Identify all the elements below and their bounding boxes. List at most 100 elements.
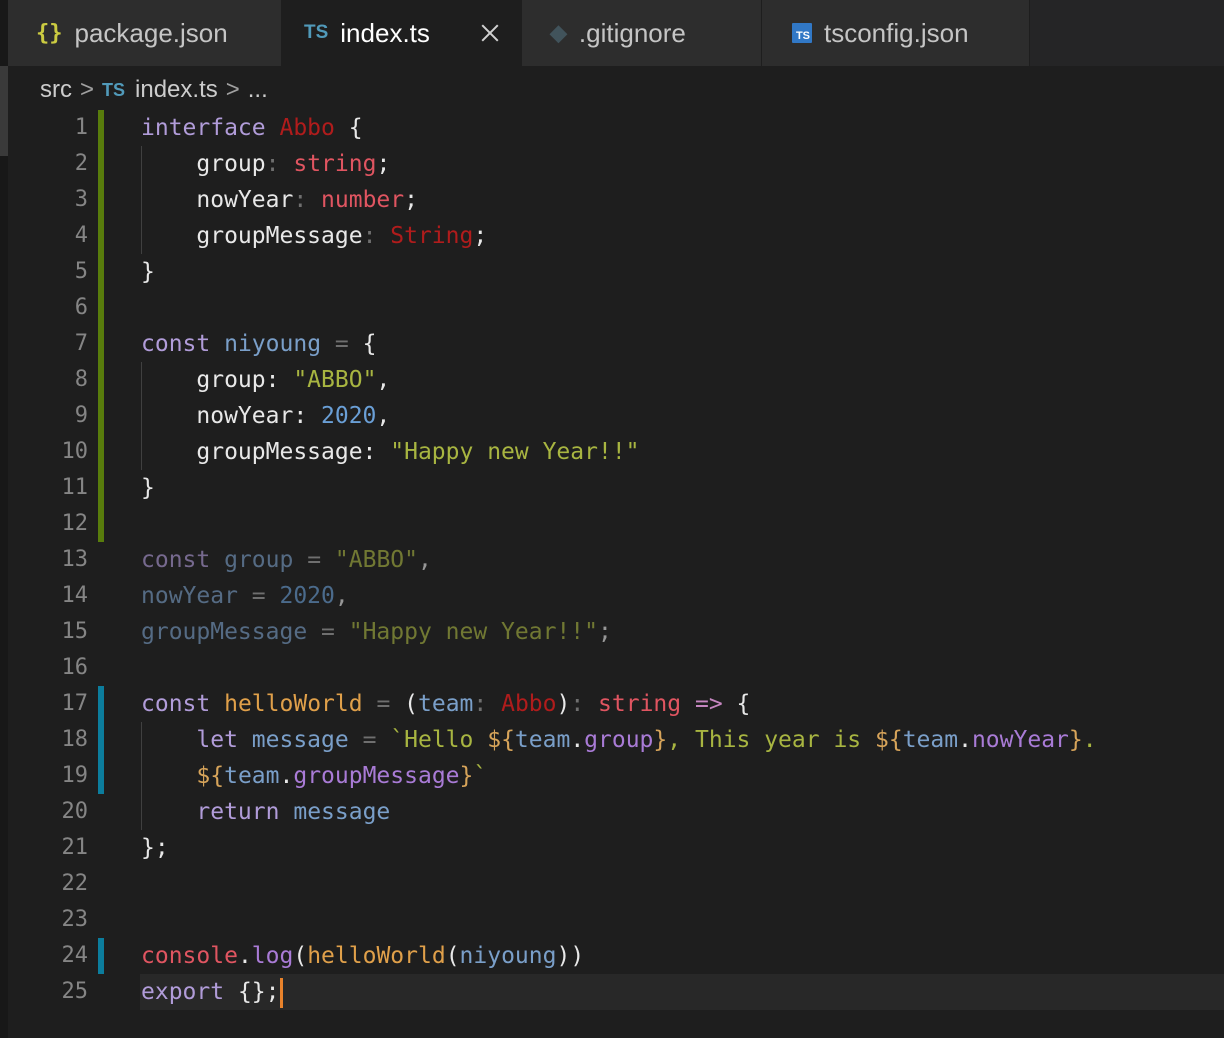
code-line[interactable]: 21}; (0, 830, 1224, 866)
code-line[interactable]: 18 let message = `Hello ${team.group}, T… (0, 722, 1224, 758)
code-text: ${team.groupMessage}` (141, 758, 487, 794)
code-line[interactable]: 5} (0, 254, 1224, 290)
code-token: = (293, 547, 335, 573)
code-line[interactable]: 23 (0, 902, 1224, 938)
git-added-marker[interactable] (98, 326, 104, 362)
code-token: group (196, 151, 266, 177)
code-token: { (362, 331, 377, 357)
tab-package-json[interactable]: {} package.json (8, 0, 282, 66)
code-token: { (736, 691, 751, 717)
code-token: . (958, 727, 972, 753)
code-line[interactable]: 2 group: string; (0, 146, 1224, 182)
code-token: "Happy new Year!!" (390, 439, 640, 465)
code-line[interactable]: 17 const helloWorld = (team: Abbo): strin… (0, 686, 1224, 722)
code-token: nowYear (196, 187, 294, 213)
git-added-marker[interactable] (98, 254, 104, 290)
line-number: 14 (61, 583, 89, 608)
line-number: 11 (61, 475, 89, 500)
code-line[interactable]: 12 (0, 506, 1224, 542)
git-added-marker[interactable] (98, 434, 104, 470)
git-modified-marker[interactable] (98, 686, 104, 722)
code-line[interactable]: 9 nowYear: 2020, (0, 398, 1224, 434)
line-number: 4 (74, 223, 88, 248)
code-token: . (237, 943, 252, 969)
code-token: nowYear (141, 583, 238, 609)
git-added-marker[interactable] (98, 506, 104, 542)
code-text: }; (141, 830, 169, 866)
code-line[interactable]: 10 groupMessage: "Happy new Year!!" (0, 434, 1224, 470)
tab-index-ts[interactable]: TS index.ts (282, 0, 522, 66)
breadcrumb-symbols[interactable]: ... (248, 76, 268, 104)
code-line[interactable]: 19 ${team.groupMessage}` (0, 758, 1224, 794)
code-token: )) (556, 943, 585, 969)
code-line[interactable]: 7 const niyoung = { (0, 326, 1224, 362)
code-token: . (570, 727, 585, 753)
code-line[interactable]: 14 nowYear = 2020, (0, 578, 1224, 614)
tab-bar-empty-space[interactable] (1030, 0, 1224, 66)
code-text: const helloWorld = (team: Abbo): string … (141, 686, 750, 722)
line-number: 7 (74, 331, 88, 356)
code-line[interactable]: 8 group: "ABBO", (0, 362, 1224, 398)
git-added-marker[interactable] (98, 470, 104, 506)
breadcrumb-file[interactable]: index.ts (135, 76, 218, 104)
code-line[interactable]: 4 groupMessage: String; (0, 218, 1224, 254)
code-line[interactable]: 20 return message (0, 794, 1224, 830)
code-text: console.log(helloWorld(niyoung)) (141, 938, 584, 974)
tab-gitignore[interactable]: ◆ .gitignore (522, 0, 762, 66)
git-icon: ◆ (550, 20, 567, 45)
code-line[interactable]: 22 (0, 866, 1224, 902)
code-line[interactable]: 25 export {}; (0, 974, 1224, 1010)
git-added-marker[interactable] (98, 218, 104, 254)
code-text: nowYear = 2020, (141, 578, 349, 614)
code-text: groupMessage: String; (141, 218, 487, 254)
line-number: 23 (61, 907, 89, 932)
tab-tsconfig-json[interactable]: TS tsconfig.json (762, 0, 1030, 66)
code-token: } (459, 763, 474, 789)
code-line[interactable]: 15 groupMessage = "Happy new Year!!"; (0, 614, 1224, 650)
code-token: export (141, 979, 225, 1005)
code-line[interactable]: 6 (0, 290, 1224, 326)
code-token: niyoung (224, 331, 322, 357)
code-token: "Happy new Year!!" (348, 619, 598, 645)
code-token: console (141, 943, 238, 969)
code-token: let (196, 727, 238, 753)
json-braces-icon: {} (36, 20, 63, 46)
git-added-marker[interactable] (98, 146, 104, 182)
code-line[interactable]: 13 const group = "ABBO", (0, 542, 1224, 578)
code-line[interactable]: 11} (0, 470, 1224, 506)
code-token: ) (556, 691, 571, 717)
line-number: 18 (61, 727, 89, 752)
tab-label: package.json (74, 17, 228, 48)
code-line[interactable]: 1 interface Abbo { (0, 110, 1224, 146)
git-added-marker[interactable] (98, 182, 104, 218)
code-token: = (362, 691, 405, 717)
code-token: : (265, 151, 294, 177)
code-line[interactable]: 16 (0, 650, 1224, 686)
code-line[interactable]: 24 console.log(helloWorld(niyoung)) (0, 938, 1224, 974)
code-token: : (362, 223, 391, 249)
code-token: group (584, 727, 654, 753)
code-token: niyoung (459, 943, 557, 969)
code-token: helloWorld (224, 691, 363, 717)
code-line[interactable]: 3 nowYear: number; (0, 182, 1224, 218)
git-modified-marker[interactable] (98, 938, 104, 974)
line-number: 15 (61, 619, 89, 644)
git-added-marker[interactable] (98, 290, 104, 326)
code-token: team (418, 691, 474, 717)
git-modified-marker[interactable] (98, 758, 104, 794)
git-added-marker[interactable] (98, 362, 104, 398)
git-added-marker[interactable] (98, 398, 104, 434)
chevron-right-icon: > (80, 76, 95, 103)
close-icon[interactable] (479, 22, 501, 44)
code-token: string (598, 691, 682, 717)
line-number: 20 (61, 799, 89, 824)
git-added-marker[interactable] (98, 110, 104, 146)
breadcrumb-folder[interactable]: src (40, 76, 72, 104)
code-editor[interactable]: 1 interface Abbo {2 group: string; 3 nowYe… (0, 110, 1224, 1010)
code-token: string (293, 151, 377, 177)
code-text: return message (141, 794, 390, 830)
git-modified-marker[interactable] (98, 722, 104, 758)
